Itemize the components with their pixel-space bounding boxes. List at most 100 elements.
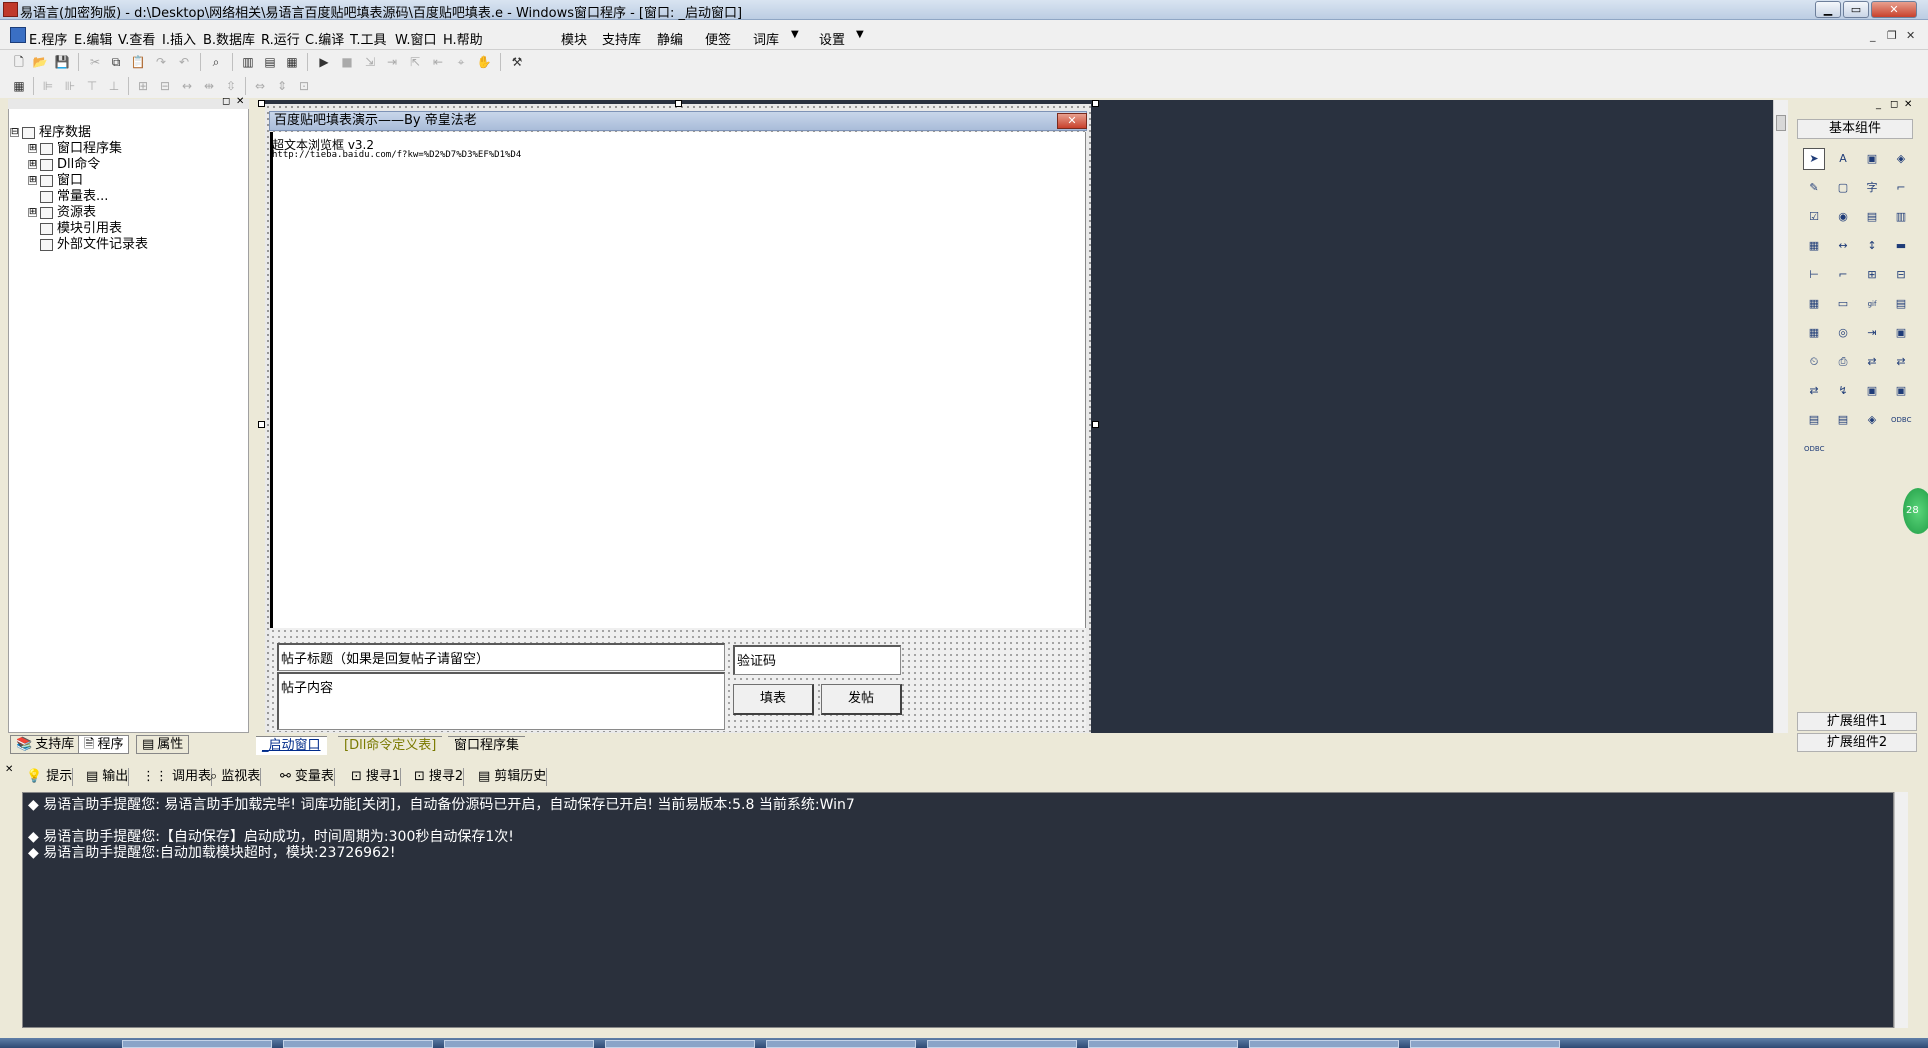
component-tool-icon[interactable]: ▤ <box>1861 206 1883 228</box>
hand-icon[interactable]: ✋ <box>475 53 493 71</box>
align-left-icon[interactable]: ⊫ <box>39 77 57 95</box>
layout-2-icon[interactable]: ▤ <box>261 53 279 71</box>
menu-static-compile[interactable]: 静编 <box>657 29 683 48</box>
menu-notes[interactable]: 便签 <box>705 29 731 48</box>
layout-1-icon[interactable]: ▥ <box>239 53 257 71</box>
panel-float-button[interactable]: ◻ <box>222 96 230 107</box>
component-tool-icon[interactable]: ▣ <box>1861 148 1883 170</box>
new-file-icon[interactable]: 🗋 <box>10 53 28 71</box>
component-tool-icon[interactable]: ⇄ <box>1861 351 1883 373</box>
step-into-icon[interactable]: ⇲ <box>361 53 379 71</box>
same-size-v-icon[interactable]: ⇕ <box>273 77 291 95</box>
menu-window[interactable]: W.窗口 <box>395 29 437 48</box>
resize-handle-top[interactable] <box>675 100 682 107</box>
rp-close-button[interactable]: ✕ <box>1904 99 1912 110</box>
menu-insert[interactable]: I.插入 <box>162 29 196 48</box>
component-tool-icon[interactable]: 字 <box>1861 177 1883 199</box>
space-h-icon[interactable]: ⇹ <box>200 77 218 95</box>
component-tool-icon[interactable]: ODBC <box>1890 409 1912 431</box>
component-tool-icon[interactable]: ✎ <box>1803 177 1825 199</box>
align-right-icon[interactable]: ⊪ <box>61 77 79 95</box>
step-out-icon[interactable]: ⇱ <box>406 53 424 71</box>
taskbar-button[interactable] <box>1088 1040 1238 1048</box>
component-tool-icon[interactable]: ↔ <box>1832 235 1854 257</box>
rp-float-button[interactable]: ◻ <box>1890 99 1898 110</box>
component-tool-icon[interactable]: ▣ <box>1861 380 1883 402</box>
assistant-icon[interactable]: ⚒ <box>508 53 526 71</box>
cut-icon[interactable]: ✂ <box>86 53 104 71</box>
align-bottom-icon[interactable]: ⊥ <box>105 77 123 95</box>
component-tool-icon[interactable]: ▭ <box>1832 293 1854 315</box>
mdi-minimize-button[interactable]: _ <box>1870 29 1876 42</box>
undo-icon[interactable]: ↶ <box>175 53 193 71</box>
component-tool-icon[interactable]: ⇄ <box>1890 351 1912 373</box>
component-tool-icon[interactable]: A <box>1832 148 1854 170</box>
captcha-input[interactable]: 验证码 <box>733 645 901 675</box>
find-icon[interactable]: ⌕ <box>207 53 225 71</box>
component-tool-icon[interactable]: ☑ <box>1803 206 1825 228</box>
component-tool-icon[interactable]: ⊢ <box>1803 264 1825 286</box>
mdi-close-button[interactable]: ✕ <box>1906 29 1915 42</box>
tab-variables[interactable]: ⚯ 变量表 <box>276 768 335 786</box>
redo-icon[interactable]: ↷ <box>152 53 170 71</box>
menu-database[interactable]: B.数据库 <box>203 29 255 48</box>
output-close-icon[interactable]: ✕ <box>5 764 13 775</box>
component-tool-icon[interactable]: ◎ <box>1832 322 1854 344</box>
grid-icon[interactable]: ▦ <box>10 77 28 95</box>
component-tool-icon[interactable]: ▣ <box>1890 380 1912 402</box>
paste-icon[interactable]: 📋 <box>129 53 147 71</box>
component-tool-icon[interactable]: ▤ <box>1890 293 1912 315</box>
component-tool-icon[interactable]: ▢ <box>1832 177 1854 199</box>
center-h-icon[interactable]: ⊞ <box>134 77 152 95</box>
component-tool-icon[interactable]: ▥ <box>1890 206 1912 228</box>
tab-clip-history[interactable]: ▤ 剪辑历史 <box>474 768 548 786</box>
menu-module[interactable]: 模块 <box>561 29 587 48</box>
component-tool-icon[interactable]: ↯ <box>1832 380 1854 402</box>
layout-3-icon[interactable]: ▦ <box>283 53 301 71</box>
minimize-button[interactable]: ▁ <box>1815 1 1841 18</box>
hypertext-browser-control[interactable] <box>270 132 1086 628</box>
resize-handle-tl[interactable] <box>258 100 265 107</box>
ext-components-1[interactable]: 扩展组件1 <box>1797 712 1917 731</box>
tree-expander-icon[interactable]: ⊞ <box>28 160 37 169</box>
scrollbar-thumb[interactable] <box>1776 115 1786 131</box>
form-close-button[interactable]: ✕ <box>1057 113 1087 129</box>
tab-program[interactable]: 🗎 程序 <box>78 735 130 754</box>
post-title-input[interactable]: 帖子标题（如果是回复帖子请留空） <box>277 643 725 671</box>
stop-icon[interactable]: ■ <box>338 53 356 71</box>
component-tool-icon[interactable]: ➤ <box>1803 148 1825 170</box>
post-content-input[interactable]: 帖子内容 <box>277 672 725 730</box>
mdi-restore-button[interactable]: ❐ <box>1887 29 1897 42</box>
menu-tools[interactable]: T.工具 <box>350 29 387 48</box>
thesaurus-dropdown-icon[interactable]: ▼ <box>791 29 799 40</box>
tab-hint[interactable]: 💡 提示 <box>22 768 74 786</box>
component-tool-icon[interactable]: ▬ <box>1890 235 1912 257</box>
menu-program[interactable]: E.程序 <box>29 29 67 48</box>
tab-search2[interactable]: ⊡ 搜寻2 <box>410 768 465 786</box>
tab-search1[interactable]: ⊡ 搜寻1 <box>347 768 402 786</box>
component-tool-icon[interactable]: ▤ <box>1832 409 1854 431</box>
settings-dropdown-icon[interactable]: ▼ <box>856 29 864 40</box>
same-size-h-icon[interactable]: ⇔ <box>251 77 269 95</box>
menu-settings[interactable]: 设置 <box>819 29 845 48</box>
copy-icon[interactable]: ⧉ <box>107 53 125 71</box>
designer-scrollbar[interactable] <box>1773 100 1788 733</box>
component-tool-icon[interactable]: ODBC <box>1803 438 1825 460</box>
component-tool-icon[interactable]: ⊞ <box>1861 264 1883 286</box>
ext-components-2[interactable]: 扩展组件2 <box>1797 733 1917 752</box>
run-icon[interactable]: ▶ <box>315 53 333 71</box>
taskbar-button[interactable] <box>766 1040 916 1048</box>
breakpoint-icon[interactable]: ⌖ <box>452 53 470 71</box>
menu-compile[interactable]: C.编译 <box>305 29 344 48</box>
component-tool-icon[interactable]: ◈ <box>1890 148 1912 170</box>
tab-start-window[interactable]: _启动窗口 <box>256 736 327 755</box>
tab-call-table[interactable]: ⋮⋮ 调用表 <box>138 768 213 786</box>
align-top-icon[interactable]: ⊤ <box>83 77 101 95</box>
panel-close-button[interactable]: ✕ <box>236 96 244 107</box>
fill-form-button[interactable]: 填表 <box>733 684 814 715</box>
tree-expander-icon[interactable]: ⊞ <box>28 208 37 217</box>
component-tool-icon[interactable]: ◈ <box>1861 409 1883 431</box>
save-icon[interactable]: 💾 <box>53 53 71 71</box>
tree-expander-icon[interactable]: ⊞ <box>28 144 37 153</box>
component-tool-icon[interactable]: ▦ <box>1803 322 1825 344</box>
